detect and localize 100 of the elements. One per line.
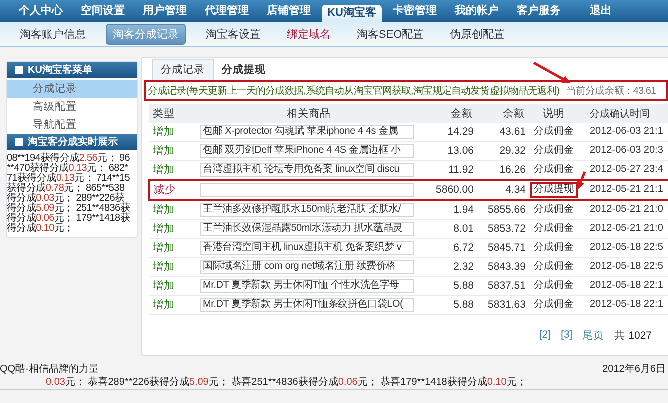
type-cell: 增加 (149, 142, 196, 160)
amount-cell: 6.72 (422, 238, 474, 258)
nav-tab[interactable]: 代理管理 (196, 0, 258, 22)
nav-tab[interactable]: KU淘宝客 (322, 5, 382, 22)
amount-cell: 5.88 (422, 296, 474, 314)
balance-text: 当前分成余额：43.61 (566, 84, 656, 98)
sidebar-item[interactable]: 高级配置 (7, 98, 137, 116)
sub-nav-link[interactable]: 淘客账户信息 (14, 24, 92, 44)
note-cell-text: 分成佣金 (533, 278, 575, 293)
nav-tab[interactable]: 个人中心 (10, 0, 72, 22)
column-header: 说明 (526, 104, 582, 123)
date-cell: 2012-05-18 22:5 (582, 258, 668, 276)
annotation-arrow (577, 172, 586, 190)
ticker-line: 得分成0.03元； 289**226获 (7, 194, 125, 204)
nav-tab[interactable]: 卡密管理 (384, 0, 446, 22)
balance-cell: 5837.51 (474, 276, 526, 296)
date-cell: 2012-05-18 22:1 (582, 296, 668, 314)
sub-nav-link[interactable]: 淘宝客设置 (200, 24, 267, 44)
ticker-line: 得分成0.10元； (7, 224, 74, 234)
amount-cell: 11.92 (422, 160, 474, 180)
note-cell: 分成提现 (530, 182, 578, 198)
date-cell: 2012-05-21 21:1 (582, 180, 668, 200)
product-field[interactable]: Mr.DT 夏季新款 男士休闲T恤 个性水洗色字母 (200, 279, 414, 293)
page-link[interactable]: [3] (561, 329, 573, 343)
ticker-line: 得分成0.06元； 179**1418获 (7, 214, 130, 224)
nav-tab[interactable]: 客户服务 (508, 0, 570, 22)
date-cell: 2012-05-21 21:0 (582, 220, 668, 238)
product-field[interactable]: 王兰油长效保湿晶露50ml水漾动力 抓水蕴晶灵 (200, 222, 414, 236)
nav-tab[interactable]: 用户管理 (134, 0, 196, 22)
amount-cell: 1.94 (422, 200, 474, 220)
product-field[interactable]: Mr.DT 夏季新款 男士休闲T恤条纹拼色口袋LO( (200, 298, 414, 312)
ticker-line: 得分成5.09元； 251**4836获 (7, 204, 130, 214)
column-header: 类型 (149, 104, 196, 123)
column-header: 相关商品 (196, 104, 422, 123)
balance-cell: 4.34 (474, 180, 526, 200)
sidebar-item[interactable]: 导航配置 (7, 116, 137, 134)
note-cell-text: 分成佣金 (533, 162, 575, 177)
balance-cell: 5843.39 (474, 258, 526, 276)
page-link[interactable]: 尾页 (582, 329, 605, 343)
type-cell: 增加 (149, 220, 196, 238)
annotation-arrow (533, 62, 571, 84)
sidebar-item[interactable]: 分成记录 (7, 80, 137, 98)
date-cell: 2012-06-03 20:3 (582, 142, 668, 160)
product-field[interactable]: 台湾虚拟主机 论坛专用免备案 linux空间 discu (200, 163, 414, 177)
nav-tab[interactable]: 我的帐户 (446, 0, 508, 22)
date-cell: 2012-06-03 21:1 (582, 123, 668, 142)
column-header: 金额 (422, 104, 474, 123)
balance-cell: 16.26 (474, 160, 526, 180)
date-cell: 2012-05-18 22:1 (582, 276, 668, 296)
type-cell: 增加 (149, 238, 196, 258)
ticker-line: 71获得分成0.13元； 714**15 (7, 174, 130, 184)
note-cell-text: 分成佣金 (533, 240, 575, 255)
sub-nav-link[interactable]: 绑定域名 (281, 24, 337, 44)
balance-cell: 5855.66 (474, 200, 526, 220)
amount-cell: 5.88 (422, 276, 474, 296)
collapse-icon[interactable] (15, 138, 23, 146)
balance-cell: 29.32 (474, 142, 526, 160)
nav-tab[interactable]: 空间设置 (72, 0, 134, 22)
tab[interactable]: 分成提现 (214, 60, 274, 80)
nav-tab[interactable]: 退出 (570, 0, 632, 22)
page-total: 共 1027 (614, 329, 653, 343)
amount-cell: 5860.00 (422, 180, 474, 200)
ticker-line: **470获得分成0.13元； 682* (7, 164, 128, 174)
sidebar-title: 淘宝客分成实时展示 (28, 135, 118, 149)
balance-cell: 5853.72 (474, 220, 526, 238)
sub-nav-link[interactable]: 淘客SEO配置 (351, 24, 430, 44)
nav-tab[interactable]: 店铺管理 (258, 0, 320, 22)
ticker-line: 08**194获得分成2.56元； 96 (7, 154, 130, 164)
page-link[interactable]: [2] (539, 329, 552, 343)
note-cell-text: 分成佣金 (533, 202, 575, 217)
notice-text: 分成记录(每天更新上一天的分成数据,系统自动从淘宝官网获取,淘宝规定自动发货虚拟物品无返利) (148, 84, 560, 98)
product-field[interactable]: 国际域名注册 com org net域名注册 续费价格 (200, 260, 414, 274)
balance-cell: 5845.71 (474, 238, 526, 258)
amount-cell: 8.01 (422, 220, 474, 238)
product-field[interactable]: 包邮 双刃剑Deff 苹果iPhone 4 4S 金属边框 小 (200, 144, 414, 158)
tab[interactable]: 分成记录 (152, 59, 214, 80)
sub-nav-link[interactable]: 伪原创配置 (444, 24, 512, 44)
site-slogan: QQ酷-相信品牌的力量 (0, 362, 99, 376)
product-field[interactable]: 香港台湾空间主机 linux虚拟主机 免备案织梦 v (200, 241, 414, 255)
balance-cell: 43.61 (474, 123, 526, 142)
date-cell: 2012-05-18 22:5 (582, 238, 668, 258)
sidebar-title: KU淘宝客菜单 (28, 63, 92, 77)
product-field[interactable]: 包邮 X-protector 勾魂賦 苹果iphone 4 4s 金属 (200, 125, 414, 139)
product-field[interactable] (200, 183, 414, 197)
product-field[interactable]: 王兰油多效修护醒肤水150ml抗老活肤 柔肤水/ (200, 203, 414, 217)
ticker-line: 获得分成0.78元； 865**538 (7, 184, 125, 194)
note-cell-text: 分成佣金 (533, 222, 575, 236)
date-cell: 2012-05-21 21:0 (582, 200, 668, 220)
type-cell: 增加 (149, 200, 196, 220)
type-cell: 增加 (149, 123, 196, 142)
amount-cell: 14.29 (422, 123, 474, 142)
footer-date: 2012年6月6日 (602, 363, 666, 376)
type-cell: 增加 (149, 296, 196, 314)
column-header: 余额 (474, 104, 526, 123)
note-cell-text: 分成佣金 (533, 298, 575, 312)
collapse-icon[interactable] (15, 66, 23, 74)
amount-cell: 13.06 (422, 142, 474, 160)
note-cell-text: 分成佣金 (533, 124, 575, 139)
balance-cell: 5831.63 (474, 296, 526, 314)
amount-cell: 2.32 (422, 258, 474, 276)
